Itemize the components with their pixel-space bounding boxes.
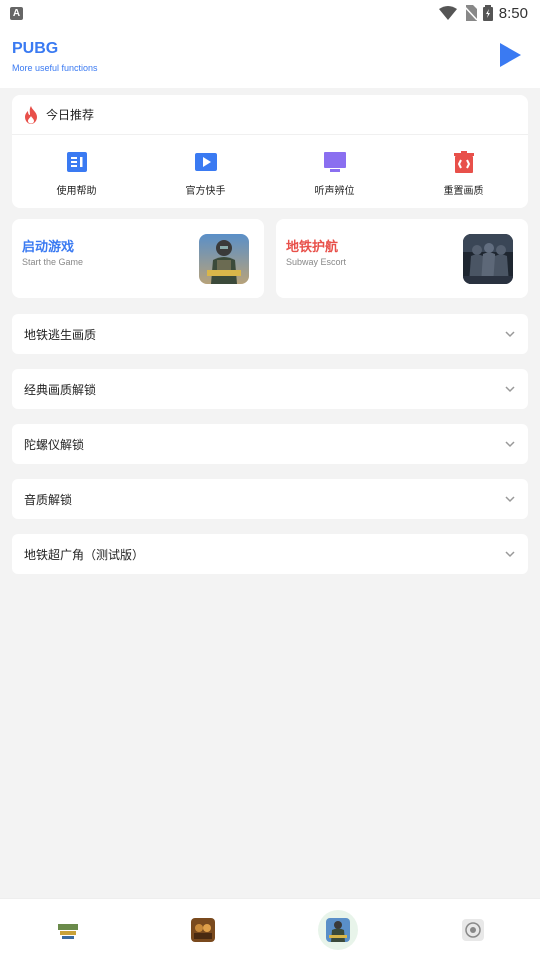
nav-tab-3-active[interactable] [270, 899, 405, 960]
nav-tab-2[interactable] [135, 899, 270, 960]
battery-charging-icon [482, 5, 493, 21]
app-subtitle: More useful functions [12, 63, 98, 73]
bottom-navigation [0, 898, 540, 960]
nav-active-indicator [317, 909, 358, 950]
trash-icon [453, 151, 474, 173]
section-classic-quality-unlock[interactable]: 经典画质解锁 [12, 369, 528, 409]
section-subway-wide-angle[interactable]: 地铁超广角（测试版） [12, 534, 528, 574]
monitor-icon [323, 152, 346, 172]
chevron-down-icon [505, 496, 515, 503]
nav-tab-1[interactable] [0, 899, 135, 960]
start-game-subtitle: Start the Game [22, 257, 84, 267]
sound-locate-button[interactable]: 听声辨位 [270, 135, 399, 208]
reset-quality-label: 重置画质 [443, 186, 484, 197]
chevron-down-icon [505, 386, 515, 393]
chevron-down-icon [505, 441, 515, 448]
notification-icon: A [10, 6, 23, 20]
video-play-icon [194, 153, 217, 171]
section-label: 地铁逃生画质 [24, 327, 97, 342]
nav-tab-settings[interactable] [405, 899, 540, 960]
nav-thumb-image [190, 917, 215, 942]
chevron-down-icon [505, 331, 515, 338]
nav-thumb-image [325, 917, 350, 942]
reset-quality-button[interactable]: 重置画质 [399, 135, 528, 208]
status-time: 8:50 [498, 4, 528, 22]
settings-icon [461, 918, 484, 941]
section-label: 陀螺仪解锁 [24, 437, 85, 452]
sound-locate-label: 听声辨位 [314, 186, 355, 197]
official-kuaishou-label: 官方快手 [185, 186, 226, 197]
section-gyroscope-unlock[interactable]: 陀螺仪解锁 [12, 424, 528, 464]
play-button[interactable] [498, 42, 522, 68]
subway-escort-card[interactable]: 地铁护航 Subway Escort [276, 219, 528, 298]
recommend-title: 今日推荐 [46, 108, 95, 122]
wifi-icon [438, 6, 457, 20]
document-list-icon [66, 152, 87, 172]
app-title: PUBG [12, 40, 59, 57]
fire-icon [25, 105, 37, 124]
help-button[interactable]: 使用帮助 [12, 135, 141, 208]
no-sim-icon [463, 5, 477, 21]
status-bar: A 8:50 [0, 0, 540, 26]
subway-escort-subtitle: Subway Escort [286, 257, 347, 267]
section-audio-unlock[interactable]: 音质解锁 [12, 479, 528, 519]
help-label: 使用帮助 [56, 186, 97, 197]
app-header: PUBG More useful functions [0, 26, 540, 88]
recommend-header: 今日推荐 [12, 95, 528, 135]
official-kuaishou-button[interactable]: 官方快手 [141, 135, 270, 208]
section-label: 音质解锁 [24, 492, 73, 507]
start-game-card[interactable]: 启动游戏 Start the Game [12, 219, 264, 298]
subway-escort-title: 地铁护航 [286, 240, 339, 255]
subway-escort-image [463, 234, 513, 284]
start-game-title: 启动游戏 [22, 240, 75, 255]
nav-thumb-image [55, 917, 80, 942]
quick-actions: 使用帮助 官方快手 听声辨位 重置画质 [12, 135, 528, 208]
pubg-game-image [199, 234, 249, 284]
chevron-down-icon [505, 551, 515, 558]
section-label: 地铁超广角（测试版） [24, 547, 145, 562]
section-subway-quality[interactable]: 地铁逃生画质 [12, 314, 528, 354]
recommend-card: 今日推荐 使用帮助 官方快手 听声辨位 重置画质 [12, 95, 528, 208]
section-label: 经典画质解锁 [24, 382, 97, 397]
